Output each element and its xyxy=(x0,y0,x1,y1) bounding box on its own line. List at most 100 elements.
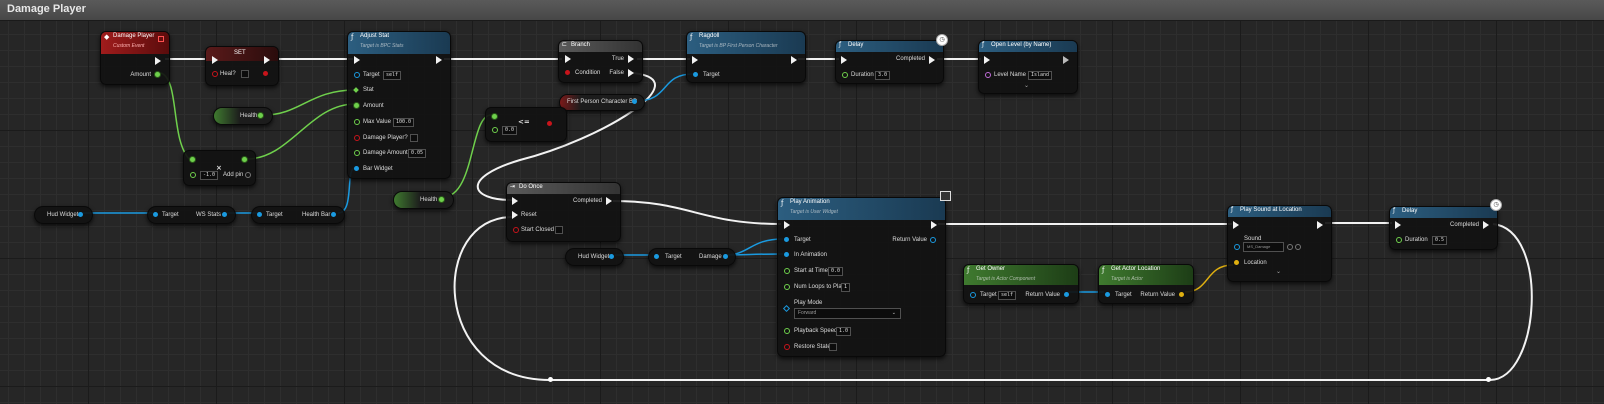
ws-stats-output-pin[interactable] xyxy=(222,212,227,217)
damage-amount-pin[interactable] xyxy=(354,150,360,156)
compare-result-pin[interactable] xyxy=(547,121,552,126)
node-ragdoll[interactable]: ƒ Ragdoll Target is BP First Person Char… xyxy=(686,31,806,83)
condition-pin[interactable] xyxy=(565,70,570,75)
multiply-input-a-pin[interactable] xyxy=(190,157,195,162)
sound-pin[interactable] xyxy=(1234,244,1240,250)
search-icon[interactable] xyxy=(1295,244,1301,250)
location-pin[interactable] xyxy=(1234,260,1239,265)
exec-in-pin[interactable] xyxy=(784,221,790,229)
compare-value-field[interactable]: 0.0 xyxy=(502,126,518,135)
node-get-owner[interactable]: ƒ Get Owner Target is Actor Component Ta… xyxy=(963,264,1079,304)
exec-in-pin[interactable] xyxy=(354,56,360,64)
playback-speed-pin[interactable] xyxy=(784,328,790,334)
return-value-pin[interactable] xyxy=(1179,292,1184,297)
duration-field[interactable]: 0.5 xyxy=(1432,236,1448,245)
node-damage-player-event[interactable]: ◆ Damage Player Custom Event Amount xyxy=(100,31,170,85)
in-animation-pin[interactable] xyxy=(784,252,789,257)
completed-exec-pin[interactable] xyxy=(606,197,612,205)
completed-exec-pin[interactable] xyxy=(929,56,935,64)
exec-out-pin[interactable] xyxy=(436,56,442,64)
node-branch[interactable]: ⊏ Branch True Condition False xyxy=(558,40,643,83)
start-at-time-pin[interactable] xyxy=(784,268,790,274)
browse-asset-icon[interactable] xyxy=(1287,244,1293,250)
amount-pin[interactable] xyxy=(354,103,359,108)
sound-asset-dropdown[interactable]: MS_Damage xyxy=(1243,242,1284,252)
return-value-pin[interactable] xyxy=(1064,292,1069,297)
exec-in-pin[interactable] xyxy=(1233,221,1239,229)
target-value[interactable]: self xyxy=(998,291,1017,300)
start-closed-pin[interactable] xyxy=(513,227,519,233)
node-adjust-stat[interactable]: ƒ Adjust Stat Target is BPC Stats Target… xyxy=(347,31,451,179)
duration-field[interactable]: 3.0 xyxy=(875,71,891,80)
node-health-bar-getter[interactable]: Target Health Bar xyxy=(251,206,345,224)
true-exec-pin[interactable] xyxy=(628,55,634,63)
multiplier-field[interactable]: -1.0 xyxy=(200,171,219,180)
character-output-pin[interactable] xyxy=(632,99,637,104)
hud-widget-output-pin[interactable] xyxy=(78,212,83,217)
max-value-pin[interactable] xyxy=(354,119,360,125)
node-damage-animation-getter[interactable]: Target Damage xyxy=(648,248,736,266)
reroute-node[interactable] xyxy=(548,377,553,382)
exec-in-pin[interactable] xyxy=(841,56,847,64)
node-hud-widget-getter[interactable]: Hud Widget xyxy=(34,206,93,224)
node-health-getter[interactable]: Health xyxy=(393,191,454,209)
multiply-input-b-pin[interactable] xyxy=(190,172,196,178)
damage-output-pin[interactable] xyxy=(723,254,728,259)
target-pin[interactable] xyxy=(153,212,158,217)
damage-player-checkbox[interactable] xyxy=(410,134,418,142)
heal-input-pin[interactable] xyxy=(212,71,218,77)
node-ws-stats-getter[interactable]: Target WS Stats xyxy=(147,206,236,224)
multiply-output-pin[interactable] xyxy=(242,157,247,162)
exec-out-pin[interactable] xyxy=(155,57,161,65)
node-do-once[interactable]: ⇥ Do Once Completed Reset Start Closed xyxy=(506,182,621,242)
completed-exec-pin[interactable] xyxy=(1483,221,1489,229)
node-open-level[interactable]: ƒ Open Level (by Name) Level Name Island… xyxy=(978,40,1078,94)
node-delay[interactable]: ƒ Delay Completed Duration 0.5 xyxy=(1389,206,1498,250)
node-less-equal[interactable]: <= 0.0 xyxy=(485,107,567,142)
health-bar-output-pin[interactable] xyxy=(331,212,336,217)
restore-state-pin[interactable] xyxy=(784,344,790,350)
add-pin-label[interactable]: Add pin xyxy=(223,172,243,178)
start-at-time-field[interactable]: 0.0 xyxy=(828,267,844,276)
reroute-node[interactable] xyxy=(1486,377,1491,382)
play-mode-dropdown[interactable]: Forward ⌄ xyxy=(794,308,901,319)
node-play-sound-at-location[interactable]: ƒ Play Sound at Location Sound MS_Damage… xyxy=(1227,205,1332,282)
node-health-getter[interactable]: Health xyxy=(213,107,273,125)
restore-state-checkbox[interactable] xyxy=(829,343,837,351)
max-value-field[interactable]: 100.0 xyxy=(393,118,415,127)
exec-in-pin[interactable] xyxy=(565,55,571,63)
heal-output-pin[interactable] xyxy=(263,71,268,76)
exec-in-pin[interactable] xyxy=(512,197,518,205)
play-mode-enum-pin[interactable] xyxy=(782,304,791,313)
expand-chevron-icon[interactable]: ⌄ xyxy=(1024,82,1029,89)
level-name-field[interactable]: Island xyxy=(1028,71,1053,80)
compare-a-pin[interactable] xyxy=(492,114,497,119)
health-output-pin[interactable] xyxy=(439,197,444,202)
damage-amount-field[interactable]: 0.05 xyxy=(408,149,427,158)
target-pin[interactable] xyxy=(784,237,789,242)
target-pin[interactable] xyxy=(257,212,262,217)
num-loops-field[interactable]: 1 xyxy=(841,283,851,292)
bar-widget-pin[interactable] xyxy=(354,166,359,171)
target-pin[interactable] xyxy=(970,292,976,298)
reset-exec-pin[interactable] xyxy=(512,211,518,219)
stat-enum-pin[interactable] xyxy=(353,87,359,93)
expand-chevron-icon[interactable]: ⌄ xyxy=(1276,268,1281,275)
exec-in-pin[interactable] xyxy=(692,56,698,64)
heal-checkbox[interactable] xyxy=(241,70,249,78)
node-set-heal[interactable]: SET Heal? xyxy=(205,46,279,86)
duration-pin[interactable] xyxy=(1396,237,1402,243)
exec-out-pin[interactable] xyxy=(1063,56,1069,64)
target-pin[interactable] xyxy=(693,72,698,77)
exec-out-pin[interactable] xyxy=(791,56,797,64)
exec-out-pin[interactable] xyxy=(1317,221,1323,229)
health-output-pin[interactable] xyxy=(258,113,263,118)
exec-out-pin[interactable] xyxy=(931,221,937,229)
exec-in-pin[interactable] xyxy=(1395,221,1401,229)
add-pin-icon[interactable] xyxy=(245,172,251,178)
exec-in-pin[interactable] xyxy=(212,56,218,64)
target-pin[interactable] xyxy=(654,254,659,259)
exec-in-pin[interactable] xyxy=(984,56,990,64)
num-loops-pin[interactable] xyxy=(784,284,790,290)
false-exec-pin[interactable] xyxy=(628,69,634,77)
